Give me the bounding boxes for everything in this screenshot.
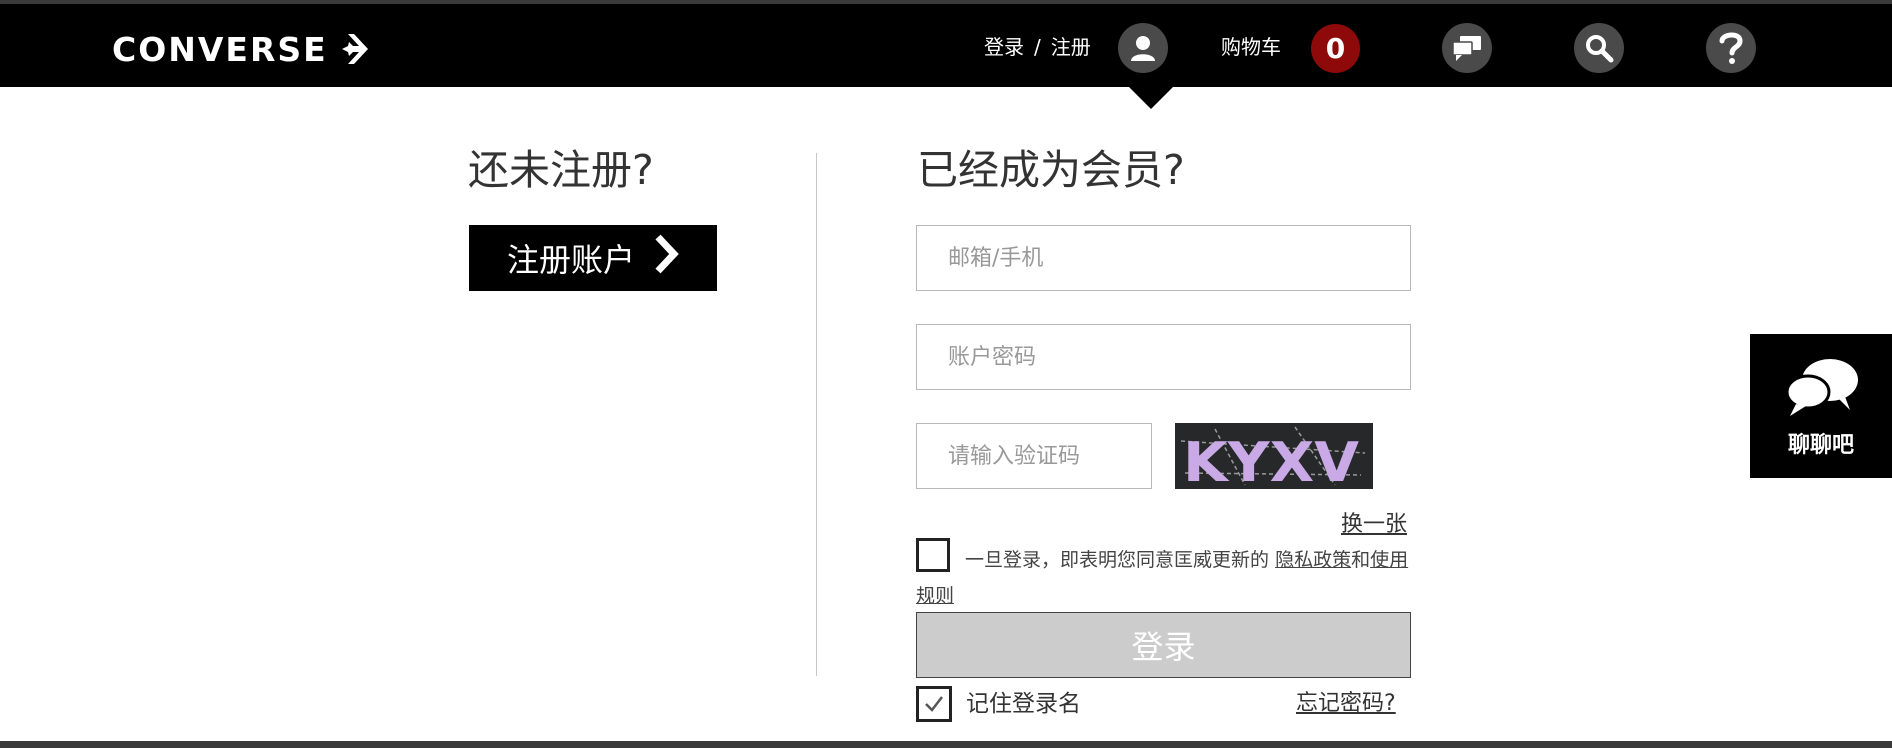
logo-text: CONVERSE [112, 29, 328, 69]
account-button[interactable] [1118, 23, 1168, 73]
search-button[interactable] [1574, 23, 1624, 73]
cart-count-badge[interactable]: 0 [1311, 24, 1360, 73]
bottom-strip [0, 741, 1892, 748]
captcha-image[interactable]: KYXV [1175, 423, 1373, 489]
refresh-captcha-link[interactable]: 换一张 [1341, 506, 1407, 538]
member-title: 已经成为会员? [917, 146, 1185, 194]
captcha-text: KYXV [1183, 431, 1359, 489]
cart-link[interactable]: 购物车 [1221, 30, 1281, 64]
email-phone-input[interactable] [916, 225, 1411, 291]
privacy-policy-link[interactable]: 隐私政策 [1275, 549, 1351, 571]
captcha-input[interactable] [916, 423, 1152, 489]
chat-bubbles-icon [1452, 36, 1481, 61]
help-icon [1719, 32, 1743, 64]
help-button[interactable] [1706, 23, 1756, 73]
user-icon [1131, 36, 1155, 61]
column-divider [816, 153, 817, 676]
separator: / [1034, 35, 1041, 59]
register-account-button[interactable]: 注册账户 [469, 225, 717, 291]
and-text: 和 [1351, 549, 1371, 571]
star-chevron-icon [332, 32, 374, 66]
chat-widget[interactable]: 聊聊吧 [1750, 334, 1892, 478]
checkmark-icon [925, 696, 943, 712]
not-registered-title: 还未注册? [468, 146, 654, 194]
chat-widget-label: 聊聊吧 [1787, 433, 1854, 458]
login-register-link: 登录 / 注册 [984, 30, 1091, 64]
register-button-label: 注册账户 [506, 241, 635, 279]
register-link[interactable]: 注册 [1051, 30, 1091, 64]
messages-button[interactable] [1442, 23, 1492, 73]
search-icon [1586, 35, 1614, 63]
login-link[interactable]: 登录 [984, 30, 1024, 64]
agreement-prefix: 一旦登录，即表明您同意匡威更新的 [965, 549, 1270, 571]
agreement-text: 一旦登录，即表明您同意匡威更新的 隐私政策和使用规则 [916, 542, 1412, 614]
remember-me-label[interactable]: 记住登录名 [966, 686, 1081, 722]
speech-bubbles-icon [1785, 359, 1858, 416]
remember-me-checkbox[interactable] [916, 686, 952, 722]
chevron-right-icon [653, 233, 679, 283]
login-submit-button[interactable]: 登录 [916, 612, 1411, 678]
converse-logo[interactable]: CONVERSE [112, 28, 374, 70]
password-input[interactable] [916, 324, 1411, 390]
site-header: CONVERSE 登录 / 注册 购物车 0 [0, 4, 1892, 87]
menu-pointer [1129, 87, 1173, 109]
forgot-password-link[interactable]: 忘记密码? [1296, 686, 1396, 722]
